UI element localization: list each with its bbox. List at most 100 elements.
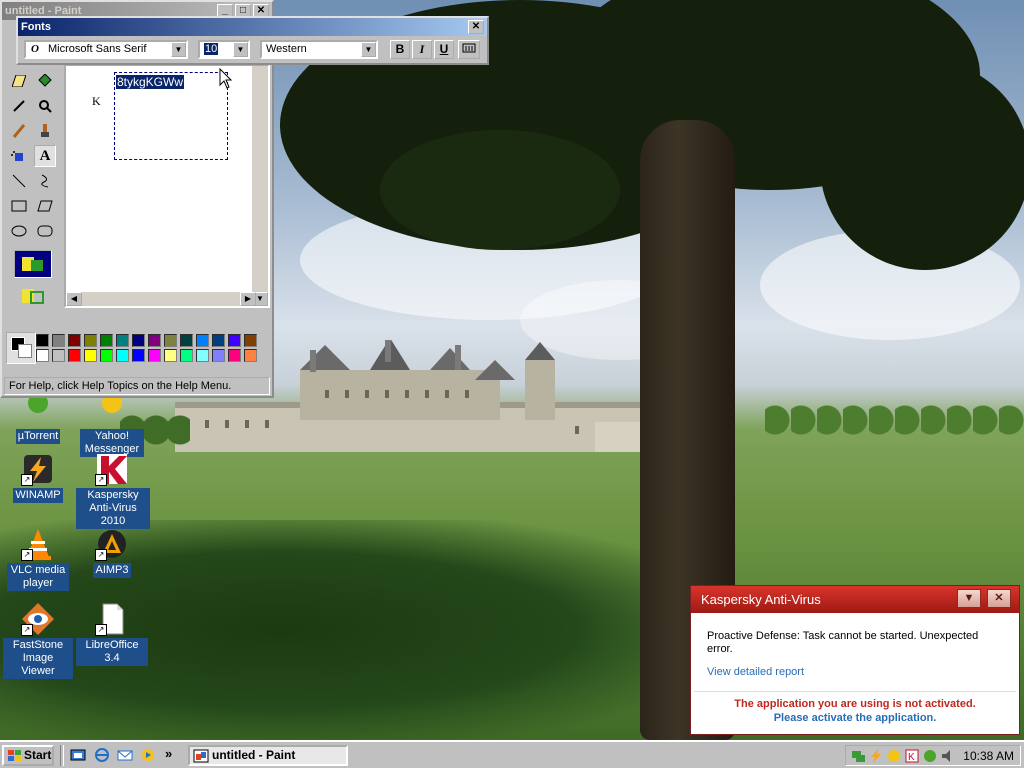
palette-swatch[interactable] — [84, 334, 97, 347]
eraser-tool-icon[interactable] — [8, 70, 30, 92]
fonts-toolbar-window[interactable]: Fonts ✕ O Microsoft Sans Serif ▼ 10 ▼ We… — [16, 16, 489, 65]
start-label: Start — [24, 748, 52, 762]
tray-volume-icon[interactable] — [940, 748, 956, 764]
palette-swatch[interactable] — [164, 334, 177, 347]
script-value: Western — [266, 43, 307, 55]
palette-swatch[interactable] — [244, 334, 257, 347]
close-button[interactable]: ✕ — [468, 20, 484, 34]
tray-messenger-icon[interactable] — [886, 748, 902, 764]
canvas-area[interactable]: K 8tykgKGWw ▼ ◀ ▶ — [64, 64, 270, 308]
palette-swatch[interactable] — [148, 334, 161, 347]
horizontal-scrollbar[interactable]: ◀ ▶ — [66, 292, 256, 306]
font-name-select[interactable]: O Microsoft Sans Serif ▼ — [24, 40, 188, 59]
view-report-link[interactable]: View detailed report — [707, 666, 1003, 678]
pencil-tool-icon[interactable] — [8, 120, 30, 142]
palette-swatch[interactable] — [132, 334, 145, 347]
airbrush-tool-icon[interactable] — [8, 145, 30, 167]
chevron-down-icon[interactable]: ▼ — [171, 42, 186, 57]
palette-swatch[interactable] — [228, 334, 241, 347]
desktop-icon-faststone[interactable]: ↗ FastStone Image Viewer — [2, 602, 74, 679]
ellipse-tool-icon[interactable] — [8, 220, 30, 242]
scroll-left-arrow-icon[interactable]: ◀ — [66, 292, 82, 306]
palette-swatch[interactable] — [52, 334, 65, 347]
palette-swatch[interactable] — [52, 349, 65, 362]
activation-warning: The application you are using is not act… — [694, 691, 1016, 731]
italic-button[interactable]: I — [412, 40, 432, 59]
polygon-tool-icon[interactable] — [34, 195, 56, 217]
brush-tool-icon[interactable] — [34, 120, 56, 142]
kaspersky-menu-button[interactable]: ▼ — [957, 589, 981, 608]
palette-swatch[interactable] — [100, 349, 113, 362]
tray-network-icon[interactable] — [850, 748, 866, 764]
start-button[interactable]: Start — [2, 745, 54, 766]
palette-swatch[interactable] — [212, 349, 225, 362]
palette-swatch[interactable] — [36, 349, 49, 362]
palette-swatch[interactable] — [244, 349, 257, 362]
show-desktop-icon[interactable] — [70, 747, 86, 763]
palette-swatch[interactable] — [180, 334, 193, 347]
tray-winamp-icon[interactable] — [868, 748, 884, 764]
taskbar-clock[interactable]: 10:38 AM — [963, 749, 1014, 763]
windows-media-icon[interactable] — [140, 747, 156, 763]
desktop-icon-utorrent[interactable]: µTorrent — [2, 393, 74, 444]
palette-swatch[interactable] — [196, 334, 209, 347]
desktop-icon-kaspersky[interactable]: ↗ Kaspersky Anti-Virus 2010 — [76, 452, 150, 529]
opaque-background-option-icon[interactable] — [14, 250, 52, 278]
underline-button[interactable]: U — [434, 40, 454, 59]
fonts-titlebar[interactable]: Fonts ✕ — [18, 18, 487, 36]
internet-explorer-icon[interactable] — [94, 747, 110, 763]
scroll-right-arrow-icon[interactable]: ▶ — [240, 292, 256, 306]
palette-swatch[interactable] — [212, 334, 225, 347]
rectangle-tool-icon[interactable] — [8, 195, 30, 217]
curve-tool-icon[interactable] — [34, 170, 56, 192]
desktop-icon-libreoffice[interactable]: ↗ LibreOffice 3.4 — [76, 602, 148, 666]
outlook-express-icon[interactable] — [117, 747, 133, 763]
palette-swatch[interactable] — [68, 349, 81, 362]
palette-swatch[interactable] — [148, 349, 161, 362]
palette-swatch[interactable] — [116, 349, 129, 362]
magnifier-tool-icon[interactable] — [34, 95, 56, 117]
selected-text[interactable]: 8tykgKGWw — [116, 75, 185, 89]
fonts-window-title: Fonts — [21, 21, 51, 33]
palette-swatch[interactable] — [116, 334, 129, 347]
activate-link[interactable]: Please activate the application. — [694, 711, 1016, 725]
palette-swatch[interactable] — [164, 349, 177, 362]
vertical-scrollbar[interactable]: ▼ — [252, 66, 268, 306]
text-tool-icon[interactable]: A — [34, 145, 56, 167]
palette-swatch[interactable] — [100, 334, 113, 347]
chevron-down-icon[interactable]: ▼ — [361, 42, 376, 57]
palette-swatch[interactable] — [228, 349, 241, 362]
palette-swatch[interactable] — [132, 349, 145, 362]
text-box[interactable]: 8tykgKGWw — [114, 72, 228, 160]
kaspersky-close-button[interactable]: ✕ — [987, 589, 1011, 608]
tray-utorrent-icon[interactable] — [922, 748, 938, 764]
palette-swatch[interactable] — [196, 349, 209, 362]
status-bar: For Help, click Help Topics on the Help … — [4, 377, 270, 395]
desktop-icon-yahoo-messenger[interactable]: Yahoo! Messenger — [76, 393, 148, 457]
kaspersky-notification[interactable]: Kaspersky Anti-Virus ▼ ✕ Proactive Defen… — [690, 585, 1020, 735]
current-colors-indicator[interactable] — [6, 332, 36, 364]
palette-swatch[interactable] — [36, 334, 49, 347]
palette-swatch[interactable] — [68, 334, 81, 347]
rounded-rectangle-tool-icon[interactable] — [34, 220, 56, 242]
fill-bucket-tool-icon[interactable] — [34, 70, 56, 92]
tray-kaspersky-icon[interactable]: K — [904, 748, 920, 764]
quicklaunch-more-button[interactable]: » — [165, 746, 172, 761]
desktop-icon-label: LibreOffice 3.4 — [76, 638, 148, 666]
font-size-select[interactable]: 10 ▼ — [198, 40, 250, 59]
palette-swatch[interactable] — [84, 349, 97, 362]
color-picker-tool-icon[interactable] — [8, 95, 30, 117]
taskbar-item-paint[interactable]: untitled - Paint — [188, 745, 348, 766]
line-tool-icon[interactable] — [8, 170, 30, 192]
vertical-text-button[interactable] — [458, 40, 480, 59]
drawing-canvas[interactable]: K 8tykgKGWw — [66, 66, 256, 306]
kaspersky-k-icon: ↗ — [95, 452, 129, 486]
bold-button[interactable]: B — [390, 40, 410, 59]
script-select[interactable]: Western ▼ — [260, 40, 378, 59]
desktop-icon-aimp3[interactable]: ↗ AIMP3 — [76, 527, 148, 578]
transparent-background-option-icon[interactable] — [14, 282, 52, 310]
palette-swatch[interactable] — [180, 349, 193, 362]
desktop-icon-winamp[interactable]: ↗ WINAMP — [2, 452, 74, 503]
chevron-down-icon[interactable]: ▼ — [233, 42, 248, 57]
desktop-icon-vlc[interactable]: ↗ VLC media player — [2, 527, 74, 591]
